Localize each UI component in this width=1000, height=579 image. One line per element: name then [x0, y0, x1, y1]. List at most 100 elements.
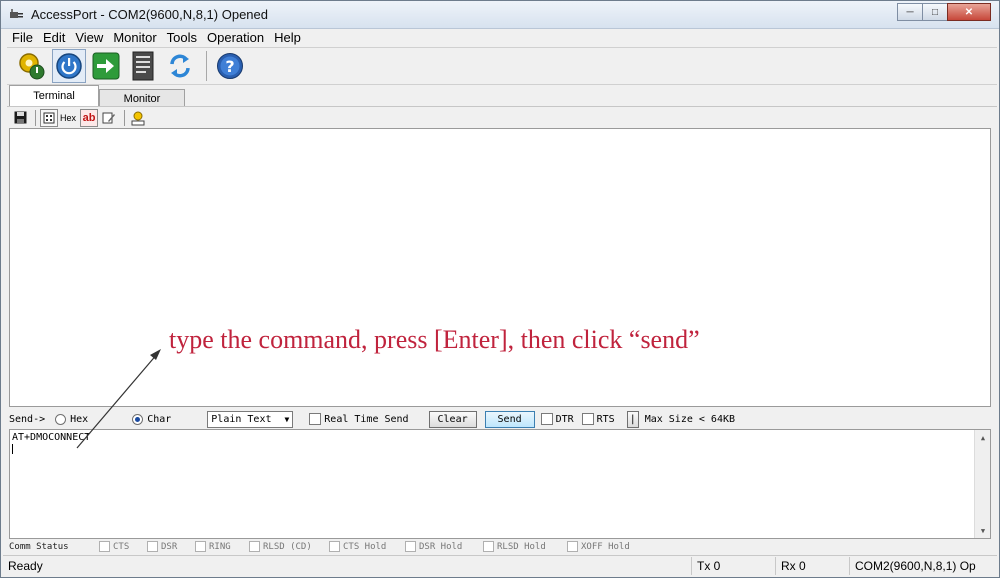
- ring-label: RING: [209, 541, 231, 552]
- dsr-indicator: DSR: [147, 541, 195, 552]
- text-view-button[interactable]: ab: [80, 108, 99, 127]
- dsr-hold-checkbox: [405, 541, 416, 552]
- comm-status-label: Comm Status: [9, 541, 69, 552]
- hex-radio-label: Hex: [70, 413, 89, 425]
- toolbar-separator: [206, 51, 207, 81]
- close-icon: ✕: [964, 6, 974, 18]
- dtr-option[interactable]: DTR: [540, 413, 574, 425]
- format-select-value: Plain Text: [211, 413, 272, 425]
- real-time-send-checkbox[interactable]: [309, 413, 322, 425]
- save-button[interactable]: [11, 109, 29, 127]
- maximize-icon: □: [931, 6, 939, 18]
- bar-icon: |: [629, 413, 636, 425]
- real-time-send-option[interactable]: Real Time Send: [309, 413, 409, 425]
- rlsd-indicator: RLSD (CD): [249, 541, 329, 552]
- help-icon: ?: [217, 53, 243, 79]
- status-rx: Rx 0: [775, 556, 849, 575]
- open-port-button[interactable]: [52, 49, 86, 83]
- cts-hold-checkbox: [329, 541, 340, 552]
- hex-grid-icon: [43, 112, 55, 123]
- hex-radio-group[interactable]: Hex: [55, 413, 89, 425]
- hex-radio[interactable]: [55, 413, 67, 425]
- max-size-label: Max Size < 64KB: [644, 413, 736, 425]
- main-toolbar: ?: [7, 47, 997, 85]
- menu-file[interactable]: File: [7, 29, 38, 47]
- dsr-label: DSR: [161, 541, 178, 552]
- edit-button[interactable]: [100, 109, 118, 127]
- clear-sun-icon: [131, 111, 145, 125]
- send-options-row: Send-> Hex Char Plain Text ▼ Real Time S…: [9, 409, 997, 429]
- dtr-checkbox[interactable]: [540, 413, 553, 425]
- rts-checkbox[interactable]: [581, 413, 594, 425]
- connect-button[interactable]: [89, 49, 123, 83]
- tab-monitor[interactable]: Monitor: [99, 89, 185, 107]
- instruction-annotation: type the command, press [Enter], then cl…: [169, 325, 700, 354]
- cts-indicator: CTS: [99, 541, 147, 552]
- format-select[interactable]: Plain Text ▼: [207, 410, 294, 428]
- menu-monitor[interactable]: Monitor: [108, 29, 161, 47]
- clear-button[interactable]: Clear: [428, 410, 477, 428]
- dsr-checkbox: [147, 541, 158, 552]
- title-bar[interactable]: AccessPort - COM2(9600,N,8,1) Opened ─ □…: [1, 1, 999, 29]
- menu-edit[interactable]: Edit: [38, 29, 70, 47]
- clear-receive-button[interactable]: [129, 109, 147, 127]
- minimize-icon: ─: [906, 6, 914, 18]
- menu-bar: File Edit View Monitor Tools Operation H…: [7, 29, 306, 47]
- floppy-disk-icon: [14, 111, 26, 124]
- send-button[interactable]: Send: [484, 410, 535, 428]
- menu-operation[interactable]: Operation: [202, 29, 269, 47]
- ring-indicator: RING: [195, 541, 249, 552]
- pencil-note-icon: [102, 112, 116, 123]
- comm-status-row: Comm Status CTS DSR RING RLSD (CD) CTS H…: [9, 539, 997, 554]
- rlsd-hold-checkbox: [483, 541, 494, 552]
- maximize-button[interactable]: □: [922, 3, 948, 21]
- status-tx: Tx 0: [691, 556, 775, 575]
- power-icon: [56, 53, 82, 79]
- minimize-button[interactable]: ─: [897, 3, 923, 21]
- rlsd-label: RLSD (CD): [263, 541, 312, 552]
- log-button[interactable]: [126, 49, 160, 83]
- close-button[interactable]: ✕: [947, 3, 991, 21]
- cts-hold-indicator: CTS Hold: [329, 541, 405, 552]
- text-ab-icon: ab: [82, 111, 96, 124]
- status-bar: Ready Tx 0 Rx 0 COM2(9600,N,8,1) Op: [3, 555, 997, 575]
- window-controls: ─ □ ✕: [897, 3, 991, 21]
- svg-text:?: ?: [225, 57, 234, 76]
- char-radio-group[interactable]: Char: [132, 413, 171, 425]
- chevron-down-icon: ▼: [284, 414, 290, 424]
- cts-label: CTS: [113, 541, 130, 552]
- refresh-button[interactable]: [163, 49, 197, 83]
- settings-gear-icon: [19, 53, 45, 80]
- send-scrollbar[interactable]: ▲ ▼: [974, 430, 990, 538]
- real-time-send-label: Real Time Send: [324, 413, 409, 425]
- view-tabs: Terminal Monitor: [9, 85, 185, 107]
- break-button[interactable]: |: [626, 410, 639, 428]
- char-radio[interactable]: [132, 413, 144, 425]
- text-caret: [12, 444, 13, 454]
- dtr-label: DTR: [555, 413, 574, 425]
- send-input[interactable]: AT+DMOCONNECT ▲ ▼: [9, 429, 991, 539]
- window-title: AccessPort - COM2(9600,N,8,1) Opened: [31, 7, 268, 22]
- help-button[interactable]: ?: [213, 49, 247, 83]
- receive-area[interactable]: [9, 128, 991, 407]
- send-label: Send->: [9, 413, 46, 425]
- send-input-text: AT+DMOCONNECT: [12, 432, 91, 443]
- hex-label: Hex: [60, 112, 77, 123]
- xoff-hold-indicator: XOFF Hold: [567, 541, 647, 552]
- terminal-toolbar: Hex ab: [7, 106, 997, 128]
- tab-terminal[interactable]: Terminal: [9, 85, 99, 106]
- menu-view[interactable]: View: [70, 29, 108, 47]
- dsr-hold-indicator: DSR Hold: [405, 541, 483, 552]
- hex-view-button[interactable]: [40, 108, 58, 127]
- scroll-up-icon[interactable]: ▲: [975, 430, 991, 445]
- menu-tools[interactable]: Tools: [162, 29, 202, 47]
- status-port: COM2(9600,N,8,1) Op: [849, 556, 995, 575]
- rts-label: RTS: [596, 413, 615, 425]
- scroll-down-icon[interactable]: ▼: [975, 523, 991, 538]
- ring-checkbox: [195, 541, 206, 552]
- xoff-hold-checkbox: [567, 541, 578, 552]
- menu-help[interactable]: Help: [269, 29, 306, 47]
- rts-option[interactable]: RTS: [581, 413, 615, 425]
- green-arrow-icon: [92, 52, 120, 80]
- settings-button[interactable]: [15, 49, 49, 83]
